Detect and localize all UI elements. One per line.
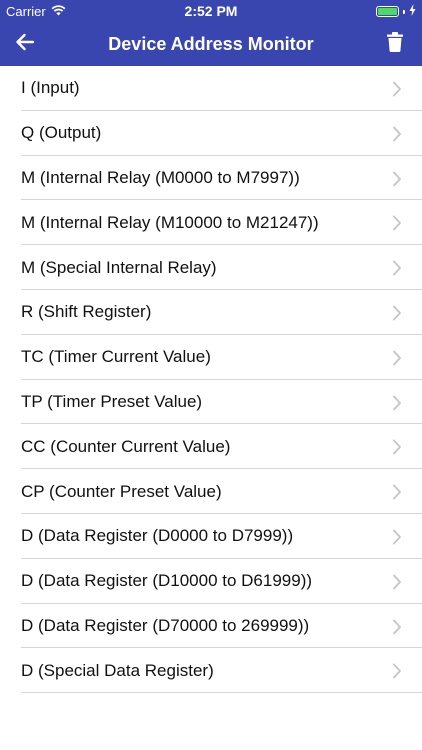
list-item-label: TC (Timer Current Value) [21,347,211,367]
trash-icon [387,31,403,57]
list-item-label: R (Shift Register) [21,302,152,322]
chevron-right-icon [393,350,401,366]
battery-fill [378,8,397,15]
list-item-label: D (Data Register (D0000 to D7999)) [21,526,294,546]
list-item-label: TP (Timer Preset Value) [21,391,203,411]
list-item[interactable]: TC (Timer Current Value) [0,335,422,380]
address-type-list: I (Input) Q (Output) M (Internal Relay (… [0,66,422,693]
list-item-label: I (Input) [21,78,80,98]
status-time: 2:52 PM [184,3,238,19]
list-item[interactable]: D (Data Register (D70000 to 269999)) [0,604,422,649]
list-item-label: CP (Counter Preset Value) [21,481,222,501]
list-item[interactable]: I (Input) [0,66,422,111]
list-item[interactable]: CC (Counter Current Value) [0,424,422,469]
battery-icon [376,6,399,17]
list-item-label: M (Internal Relay (M10000 to M21247)) [21,212,319,232]
list-item[interactable]: CP (Counter Preset Value) [0,469,422,514]
chevron-right-icon [393,395,401,410]
list-item[interactable]: TP (Timer Preset Value) [0,380,422,425]
list-item-label: CC (Counter Current Value) [21,436,231,456]
list-item[interactable]: D (Special Data Register) [0,648,422,693]
battery-tip [403,9,405,14]
chevron-right-icon [393,260,401,276]
list-item-label: M (Internal Relay (M0000 to M7997)) [21,167,300,187]
list-item-label: M (Special Internal Relay) [21,257,217,277]
chevron-right-icon [393,126,401,142]
charging-bolt-icon [409,4,416,19]
chevron-right-icon [393,529,401,545]
status-bar: Carrier 2:52 PM [0,0,422,22]
list-item-label: Q (Output) [21,123,102,143]
chevron-right-icon [393,439,401,455]
list-item[interactable]: M (Internal Relay (M0000 to M7997)) [0,156,422,201]
list-item-label: D (Data Register (D10000 to D61999)) [21,571,313,591]
list-item-label: D (Data Register (D70000 to 269999)) [21,615,310,635]
chevron-right-icon [393,484,401,500]
list-item[interactable]: D (Data Register (D0000 to D7999)) [0,514,422,559]
chevron-right-icon [393,215,401,231]
list-item[interactable]: D (Data Register (D10000 to D61999)) [0,559,422,604]
list-item-label: D (Special Data Register) [21,660,214,680]
status-right [376,4,416,19]
list-item[interactable]: M (Internal Relay (M10000 to M21247)) [0,200,422,245]
list-item[interactable]: M (Special Internal Relay) [0,245,422,290]
chevron-right-icon [393,305,401,321]
chevron-right-icon [393,574,401,590]
list-item[interactable]: R (Shift Register) [0,290,422,335]
list-item[interactable]: Q (Output) [0,111,422,156]
chevron-right-icon [393,663,401,679]
chevron-right-icon [393,619,401,634]
navigation-bar: Device Address Monitor [0,22,422,66]
chevron-right-icon [393,81,401,97]
page-title: Device Address Monitor [108,34,314,54]
delete-button[interactable] [382,30,408,58]
chevron-right-icon [393,171,401,186]
